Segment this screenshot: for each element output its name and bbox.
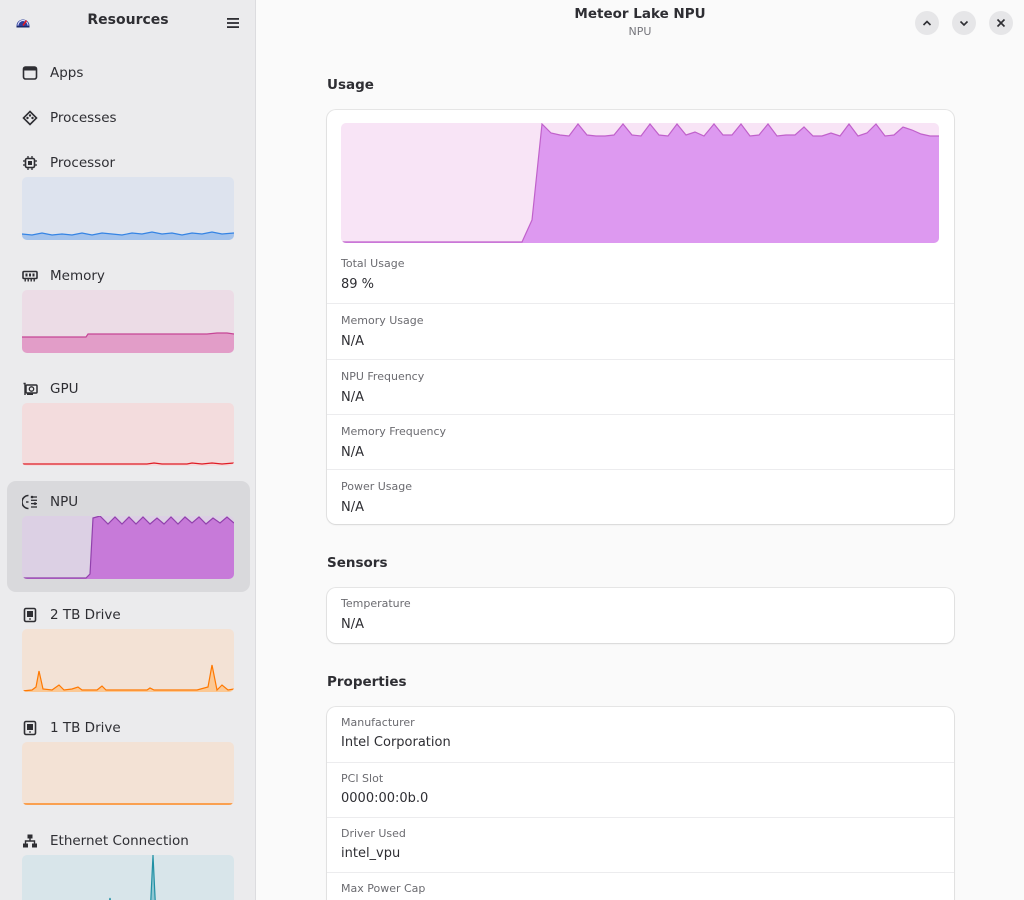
close-button[interactable] xyxy=(989,11,1013,35)
row-label: Temperature xyxy=(341,597,411,610)
sidebar-header: Resources xyxy=(0,0,255,46)
page-subtitle: NPU xyxy=(628,25,652,38)
npu-usage-history-graph xyxy=(341,123,939,243)
cpu-icon xyxy=(22,155,38,171)
sidebar-item-processor[interactable]: Processor xyxy=(7,147,250,247)
manufacturer-row: Manufacturer Intel Corporation xyxy=(327,707,954,762)
sidebar-item-memory[interactable]: Memory xyxy=(7,260,250,360)
sidebar-item-apps[interactable]: Apps xyxy=(7,57,250,90)
pci-slot-row: PCI Slot 0000:00:0b.0 xyxy=(327,762,954,817)
power-usage-row: Power Usage N/A xyxy=(327,469,954,524)
sidebar-item-label: NPU xyxy=(50,494,79,510)
temperature-row: Temperature N/A xyxy=(327,588,954,643)
sidebar-item-label: Apps xyxy=(50,65,84,81)
main-content: Meteor Lake NPU NPU Usage Total Usage 89… xyxy=(256,0,1024,900)
sensors-section-title: Sensors xyxy=(327,555,388,571)
row-value: N/A xyxy=(341,334,364,349)
usage-graph-row xyxy=(327,110,954,252)
properties-section-title: Properties xyxy=(327,674,407,690)
sidebar-item-label: 1 TB Drive xyxy=(50,720,121,736)
usage-card: Total Usage 89 % Memory Usage N/A NPU Fr… xyxy=(327,110,954,524)
row-label: PCI Slot xyxy=(341,772,384,785)
drive-icon xyxy=(22,607,38,623)
sensors-card: Temperature N/A xyxy=(327,588,954,643)
row-label: NPU Frequency xyxy=(341,370,425,383)
chevron-down-icon xyxy=(958,14,970,33)
ethernet-usage-graph xyxy=(22,855,234,900)
sidebar-item-label: GPU xyxy=(50,381,79,397)
2tb-drive-usage-graph xyxy=(22,629,234,692)
npu-frequency-row: NPU Frequency N/A xyxy=(327,359,954,414)
row-value: N/A xyxy=(341,500,364,515)
sidebar-item-processes[interactable]: Processes xyxy=(7,102,250,135)
npu-usage-graph xyxy=(22,516,234,579)
npu-icon xyxy=(22,494,38,510)
row-value: intel_vpu xyxy=(341,846,401,861)
row-value: N/A xyxy=(341,445,364,460)
sidebar-item-gpu[interactable]: GPU xyxy=(7,373,250,473)
row-label: Power Usage xyxy=(341,480,413,493)
row-value: N/A xyxy=(341,617,364,632)
row-label: Manufacturer xyxy=(341,716,415,729)
properties-card: Manufacturer Intel Corporation PCI Slot … xyxy=(327,707,954,900)
sidebar-item-label: 2 TB Drive xyxy=(50,607,121,623)
row-label: Total Usage xyxy=(341,257,405,270)
driver-used-row: Driver Used intel_vpu xyxy=(327,817,954,872)
sidebar-item-label: Processes xyxy=(50,110,117,126)
gpu-icon xyxy=(22,381,38,397)
network-icon xyxy=(22,833,38,849)
page-title: Meteor Lake NPU xyxy=(574,6,706,22)
row-label: Driver Used xyxy=(341,827,406,840)
close-icon xyxy=(995,14,1007,33)
sidebar-item-npu[interactable]: NPU xyxy=(7,481,250,592)
sidebar-item-label: Processor xyxy=(50,155,116,171)
hamburger-icon xyxy=(226,14,240,33)
sidebar-item-1tb-drive[interactable]: 1 TB Drive xyxy=(7,712,250,812)
next-button[interactable] xyxy=(952,11,976,35)
processes-icon xyxy=(22,110,38,126)
previous-button[interactable] xyxy=(915,11,939,35)
row-value: 89 % xyxy=(341,277,375,292)
memory-icon xyxy=(22,268,38,284)
memory-usage-row: Memory Usage N/A xyxy=(327,303,954,359)
sidebar-item-ethernet[interactable]: Ethernet Connection xyxy=(7,825,250,900)
sidebar-item-label: Ethernet Connection xyxy=(50,833,189,849)
gpu-usage-graph xyxy=(22,403,234,466)
drive-icon xyxy=(22,720,38,736)
sidebar-item-label: Memory xyxy=(50,268,105,284)
memory-usage-graph xyxy=(22,290,234,353)
sidebar-item-2tb-drive[interactable]: 2 TB Drive xyxy=(7,599,250,699)
chevron-up-icon xyxy=(921,14,933,33)
sidebar: Resources Apps Processes Processor Memor… xyxy=(0,0,256,900)
row-label: Max Power Cap xyxy=(341,882,426,895)
row-value: 0000:00:0b.0 xyxy=(341,791,429,806)
1tb-drive-usage-graph xyxy=(22,742,234,805)
row-value: N/A xyxy=(341,390,364,405)
row-value: Intel Corporation xyxy=(341,735,451,750)
usage-section-title: Usage xyxy=(327,77,374,93)
window-icon xyxy=(22,65,38,81)
max-power-cap-row: Max Power Cap xyxy=(327,872,954,900)
processor-usage-graph xyxy=(22,177,234,240)
sidebar-title: Resources xyxy=(87,12,169,28)
main-menu-button[interactable] xyxy=(222,12,244,34)
total-usage-row: Total Usage 89 % xyxy=(327,252,954,303)
row-label: Memory Usage xyxy=(341,314,424,327)
memory-frequency-row: Memory Frequency N/A xyxy=(327,414,954,469)
row-label: Memory Frequency xyxy=(341,425,447,438)
